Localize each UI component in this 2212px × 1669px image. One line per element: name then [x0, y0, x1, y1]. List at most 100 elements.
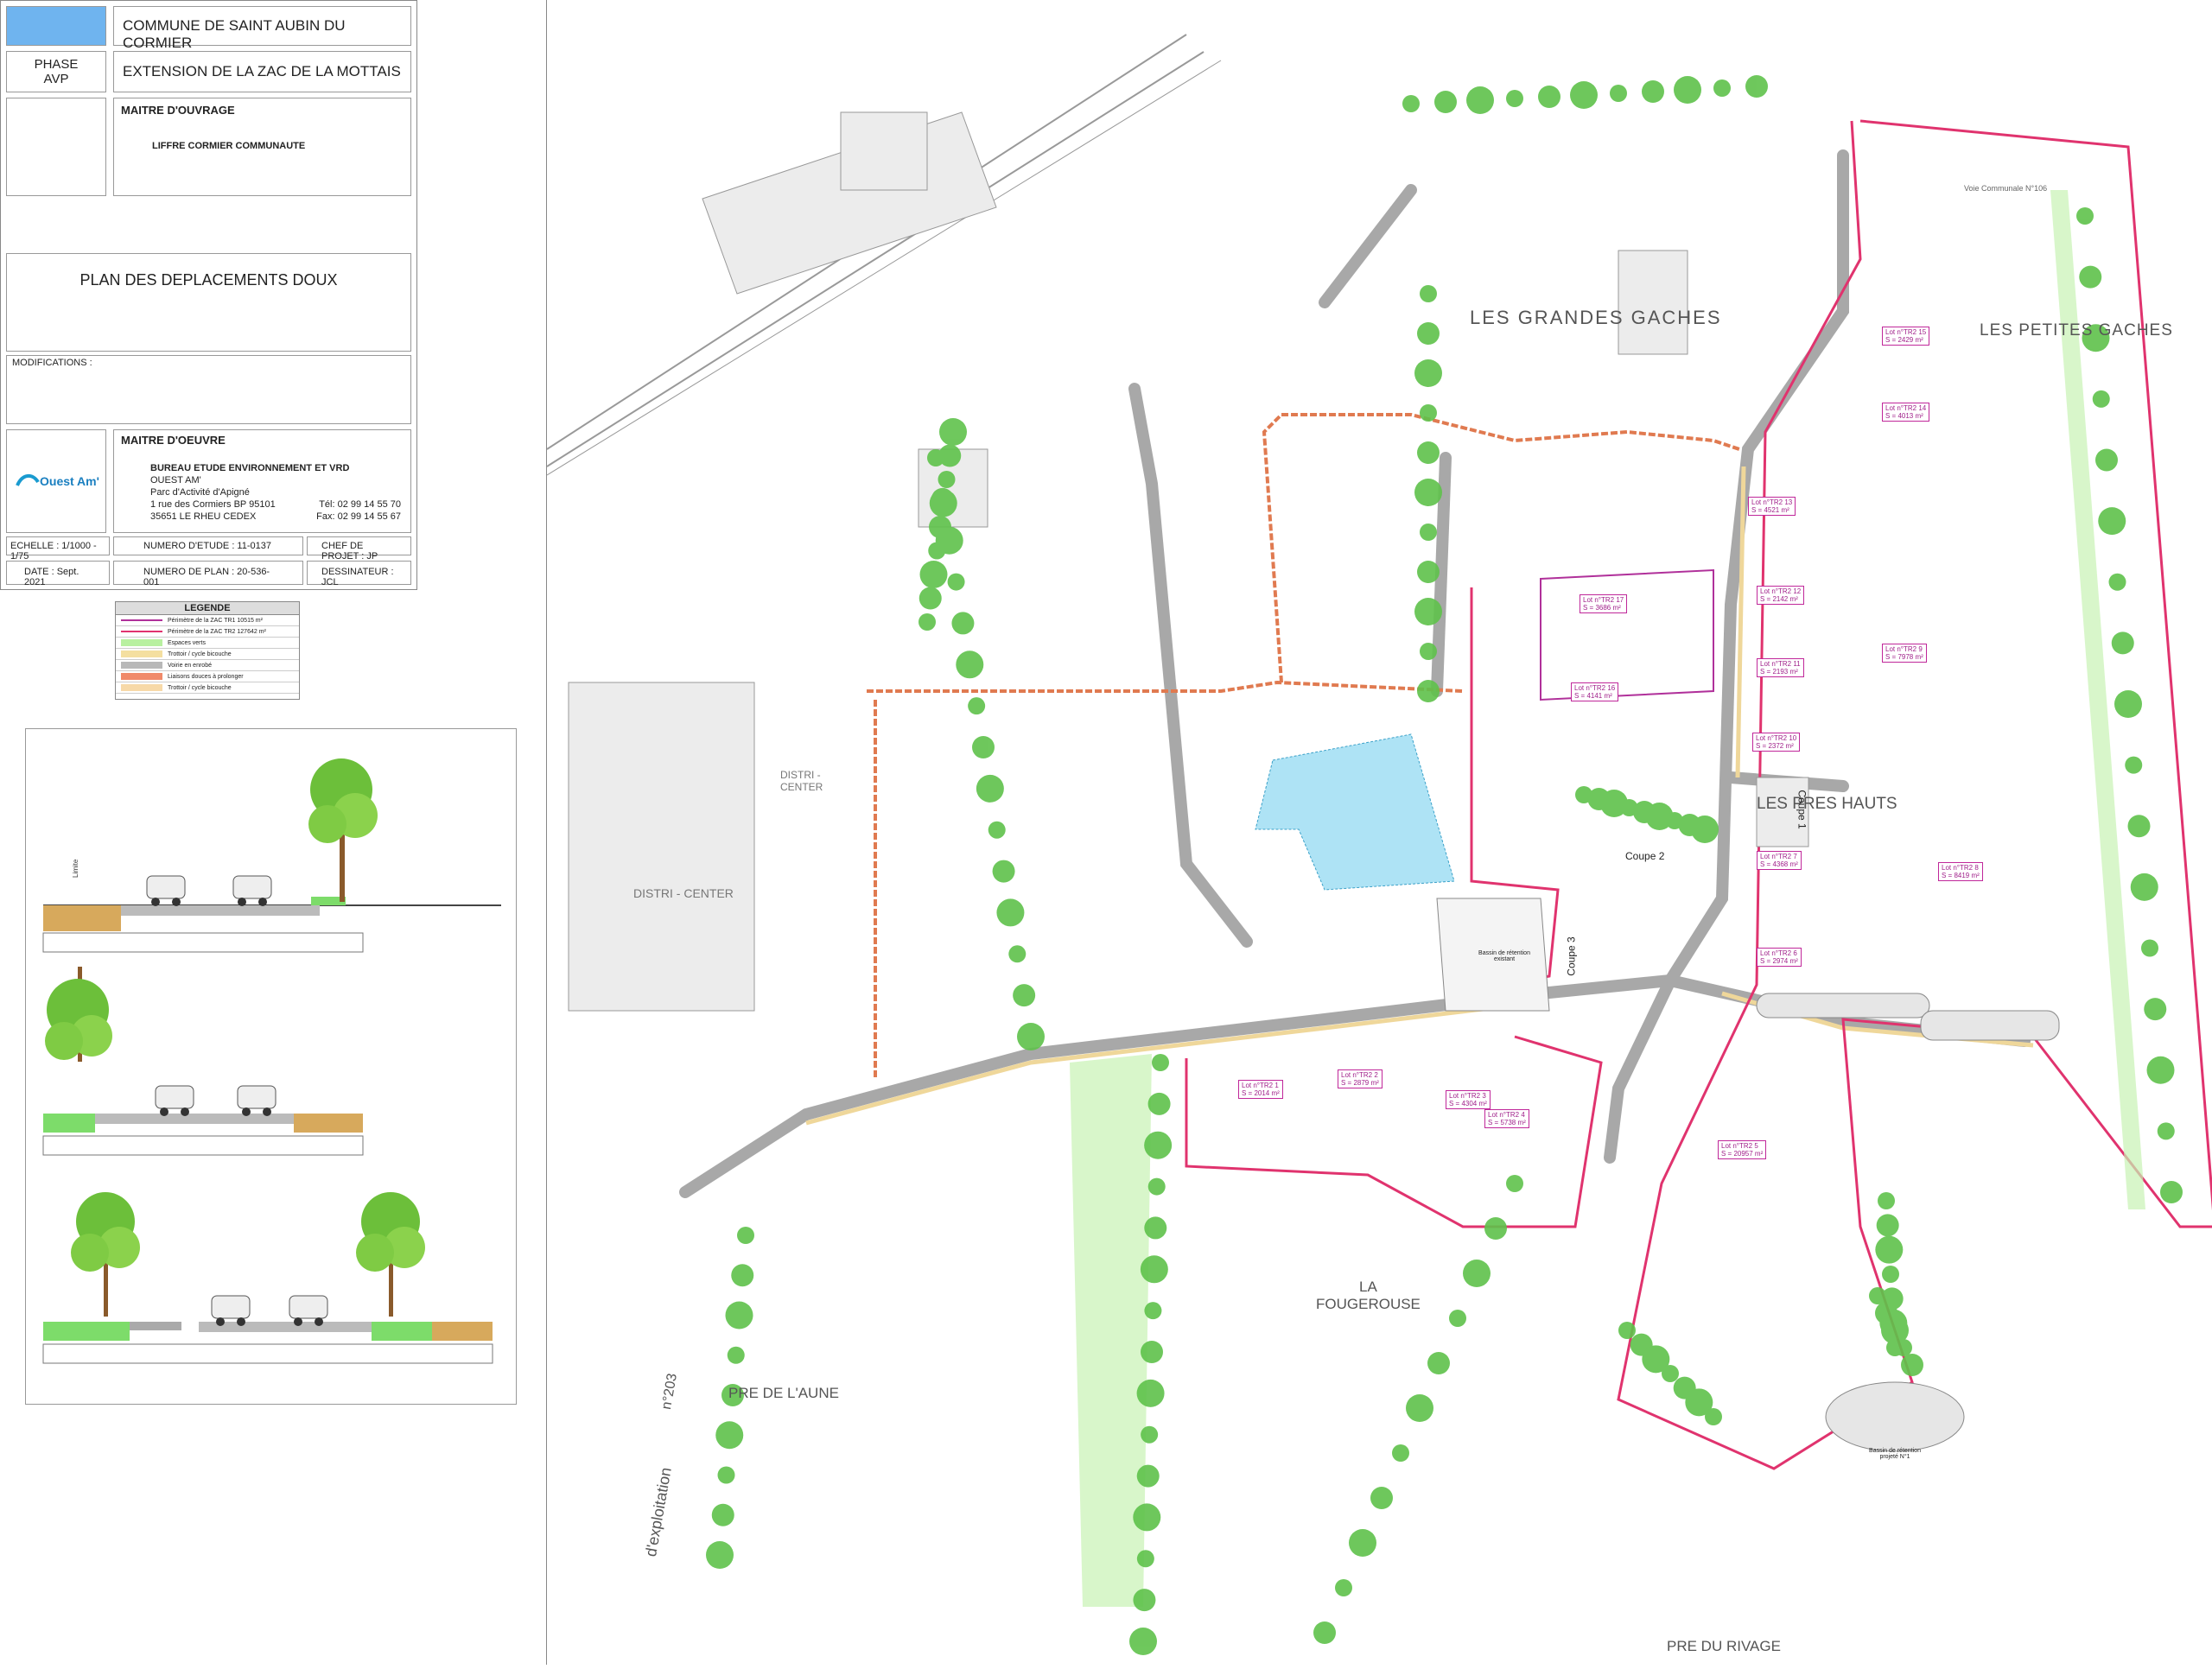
numero-plan: NUMERO DE PLAN : 20-536-001	[113, 561, 303, 587]
label-bassin-projete: Bassin de rétention projeté N°1	[1869, 1448, 1921, 1460]
tree	[1417, 322, 1440, 345]
tree	[731, 1264, 754, 1287]
tree	[727, 1346, 745, 1364]
tree	[2127, 815, 2151, 838]
tree	[715, 1421, 744, 1450]
lot-area: S = 2193 m²	[1760, 668, 1798, 676]
legend-item: Voirie en enrobé	[116, 660, 299, 671]
label-pre-de-laune: PRE DE L'AUNE	[728, 1385, 839, 1401]
phase-label: PHASE	[34, 57, 79, 72]
phase-value: AVP	[43, 72, 69, 86]
tree	[938, 471, 956, 488]
tree	[947, 573, 965, 591]
lot-area: S = 2372 m²	[1756, 742, 1794, 750]
lot-name: Lot n°TR2 14	[1885, 404, 1927, 412]
label-coupe-2: Coupe 2	[1625, 850, 1665, 862]
tree	[2114, 690, 2142, 718]
tree	[1008, 945, 1027, 963]
lot-label: Lot n°TR2 14 S = 4013 m²	[1882, 403, 1930, 422]
site-plan: LES GRANDES GACHES LES PETITES GACHES LE…	[546, 0, 2212, 1665]
legend-label: Espaces verts	[168, 639, 206, 646]
legend-swatch	[121, 673, 162, 680]
lot-area: S = 2974 m²	[1760, 957, 1798, 965]
tree	[1136, 1464, 1160, 1488]
maitre-oeuvre-label: MAITRE D'OEUVRE	[121, 434, 226, 447]
tree	[1484, 1217, 1507, 1240]
project-title: EXTENSION DE LA ZAC DE LA MOTTAIS	[113, 51, 411, 92]
tree	[1506, 90, 1523, 107]
tree	[1417, 441, 1440, 464]
tel-line: Tél: 02 99 14 55 70	[319, 499, 401, 510]
tree	[2146, 1056, 2175, 1084]
legend-swatch	[121, 662, 162, 669]
tree	[996, 898, 1025, 927]
legend-label: Voirie en enrobé	[168, 662, 212, 669]
tree	[1420, 404, 1437, 422]
zac-perimeter-tr1	[1540, 568, 1714, 701]
section-3	[42, 1192, 493, 1364]
tree	[2144, 998, 2167, 1021]
commune-title: COMMUNE DE SAINT AUBIN DU CORMIER	[113, 6, 411, 51]
tree	[725, 1301, 753, 1329]
legend-item: Périmètre de la ZAC TR1 10515 m²	[116, 615, 299, 626]
maitre-oeuvre-box: MAITRE D'OEUVRE BUREAU ETUDE ENVIRONNEME…	[113, 429, 411, 533]
section1-car2	[232, 875, 272, 906]
tree	[1147, 1092, 1171, 1115]
section3-tree-left	[71, 1192, 140, 1317]
cross-sections-graphic: Limite	[42, 758, 501, 1364]
label-pre-du-rivage: PRE DU RIVAGE	[1667, 1638, 1781, 1654]
tree	[2141, 939, 2158, 957]
tree	[1420, 643, 1437, 660]
lot-label: Lot n°TR2 5S = 20957 m²	[1718, 1140, 1767, 1159]
tree	[938, 444, 962, 467]
numero-etude: NUMERO D'ETUDE : 11-0137	[113, 536, 303, 555]
green-spaces	[1070, 190, 2145, 1607]
tree	[918, 587, 942, 610]
section1-hatch	[43, 905, 121, 931]
tree	[1147, 1177, 1166, 1196]
echelle: ECHELLE : 1/1000 - 1/75	[6, 536, 110, 562]
tree	[968, 697, 986, 715]
tree	[1335, 1579, 1352, 1596]
lot-area: S = 8419 m²	[1942, 872, 1980, 879]
lot-label: Lot n°TR2 16 S = 4141 m²	[1571, 682, 1619, 701]
parc-line: Parc d'Activité d'Apigné	[150, 487, 250, 498]
tree	[1427, 1352, 1450, 1374]
tree	[1313, 1621, 1336, 1644]
maitre-ouvrage-label: MAITRE D'OUVRAGE	[121, 104, 235, 117]
tree	[1402, 95, 1420, 112]
label-les-petites-gaches: LES PETITES GACHES	[1980, 321, 2173, 340]
lot-label: Lot n°TR2 3S = 4304 m²	[1446, 1090, 1491, 1109]
lot-area: S = 2014 m²	[1242, 1089, 1280, 1097]
legend-label: Périmètre de la ZAC TR2 127642 m²	[168, 628, 266, 635]
tree	[1463, 1260, 1491, 1287]
tree	[1882, 1266, 1899, 1283]
legend-swatch	[121, 631, 162, 632]
section3-tree-right	[356, 1192, 425, 1317]
tree	[1129, 1628, 1157, 1655]
section1-tree	[308, 758, 378, 902]
tree	[711, 1503, 734, 1526]
site-plan-graphic	[546, 34, 2212, 1655]
lot-label: Lot n°TR2 7S = 4368 m²	[1757, 851, 1802, 870]
tree	[1133, 1503, 1161, 1532]
lot-area: S = 7978 m²	[1885, 653, 1923, 661]
tree	[1570, 81, 1598, 109]
tree	[1674, 76, 1701, 104]
tree	[1133, 1589, 1156, 1612]
tree	[1370, 1487, 1393, 1509]
label-distri-center: DISTRI - CENTER	[633, 886, 734, 900]
legend-item: Trottoir / cycle bicouche	[116, 682, 299, 694]
lot-name: Lot n°TR2 13	[1751, 498, 1793, 506]
section3-car2	[289, 1295, 328, 1326]
tree	[992, 860, 1015, 883]
tree	[1141, 1425, 1159, 1444]
legend-label: Trottoir / cycle bicouche	[168, 650, 232, 657]
city-line: 35651 LE RHEU CEDEX	[150, 511, 257, 522]
lot-area: S = 2429 m²	[1885, 336, 1923, 344]
label-distri-center-2: DISTRI - CENTER	[780, 769, 823, 793]
lot-name: Lot n°TR2 8	[1942, 864, 1979, 872]
tree	[1013, 984, 1036, 1007]
lot-area: S = 4141 m²	[1574, 692, 1612, 700]
legend-label: Liaisons douces à prolonger	[168, 673, 244, 680]
